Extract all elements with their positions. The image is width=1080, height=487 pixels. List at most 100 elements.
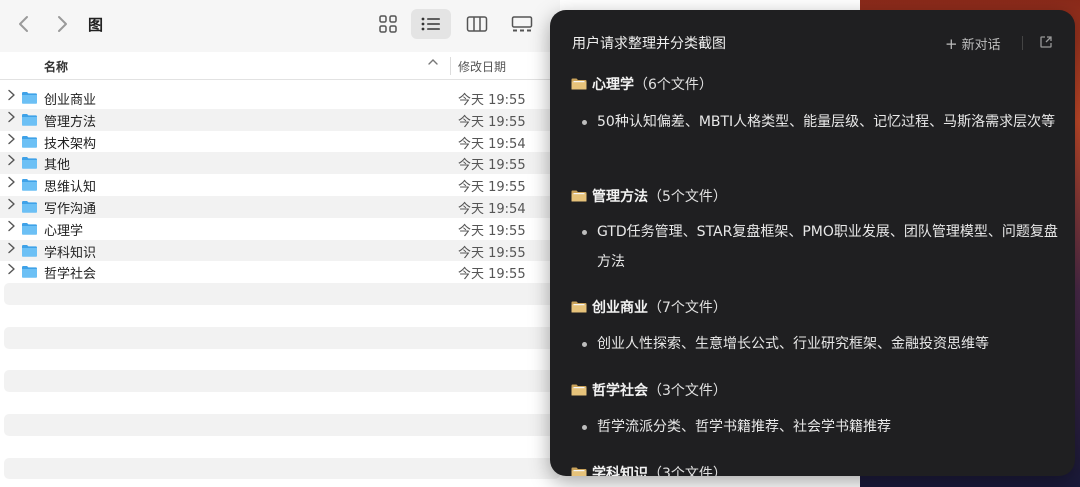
disclosure-chevron-icon[interactable] [7, 133, 16, 149]
folder-icon [21, 156, 38, 169]
table-row[interactable]: 创业商业 今天 19:55 [0, 87, 560, 109]
modified-date: 今天 19:55 [458, 158, 526, 174]
file-name: 管理方法 [44, 114, 97, 130]
category-count: （6个文件） [634, 77, 713, 93]
disclosure-chevron-icon[interactable] [7, 111, 16, 127]
modified-date: 今天 19:55 [458, 180, 526, 196]
column-date-header[interactable]: 修改日期 [458, 58, 506, 75]
modified-date: 今天 19:54 [458, 201, 526, 217]
disclosure-chevron-icon[interactable] [7, 198, 16, 214]
empty-row [4, 413, 560, 436]
category-description: 哲学流派分类、哲学书籍推荐、社会学书籍推荐 [597, 419, 891, 435]
list-item: 哲学流派分类、哲学书籍推荐、社会学书籍推荐 [582, 412, 1062, 442]
empty-row [4, 457, 560, 480]
file-name: 思维认知 [44, 180, 97, 196]
category-count: （3个文件） [648, 383, 727, 399]
modified-date: 今天 19:55 [458, 245, 526, 261]
category-heading: 学科知识（3个文件） [571, 463, 727, 476]
back-icon[interactable] [12, 12, 36, 36]
bullet-dot [582, 425, 587, 430]
category-name: 创业商业 [592, 300, 648, 316]
modified-date: 今天 19:55 [458, 223, 526, 239]
table-row[interactable]: 写作沟通 今天 19:54 [0, 195, 560, 218]
column-divider[interactable] [450, 57, 451, 75]
gallery-view-icon[interactable] [502, 9, 542, 39]
table-row[interactable]: 技术架构 今天 19:54 [0, 131, 560, 153]
column-name-header[interactable]: 名称 [44, 58, 68, 75]
folder-icon [571, 190, 587, 202]
folder-icon [571, 78, 587, 90]
table-row[interactable]: 哲学社会 今天 19:55 [0, 261, 560, 283]
modified-date: 今天 19:55 [458, 267, 526, 283]
empty-row [4, 370, 560, 393]
conversation-title: 用户请求整理并分类截图 [572, 36, 726, 52]
empty-row [4, 326, 560, 349]
empty-row [4, 392, 560, 414]
folder-icon [21, 244, 38, 257]
finder-toolbar: 图 [0, 0, 560, 52]
folder-icon [21, 91, 38, 104]
category-name: 心理学 [592, 77, 634, 93]
file-list: 创业商业 今天 19:55 管理方法 今天 19:55 技术架构 今天 19:54 其他 今天… [0, 87, 560, 480]
empty-row [4, 436, 560, 458]
disclosure-chevron-icon[interactable] [7, 154, 16, 170]
folder-icon [21, 222, 38, 235]
folder-icon [571, 467, 587, 476]
forward-icon[interactable] [50, 12, 74, 36]
table-row[interactable]: 思维认知 今天 19:55 [0, 174, 560, 196]
category-name: 管理方法 [592, 189, 648, 205]
window-title: 图 [88, 16, 104, 34]
file-name: 哲学社会 [44, 267, 97, 283]
modified-date: 今天 19:55 [458, 93, 526, 108]
table-row[interactable]: 其他 今天 19:55 [0, 152, 560, 175]
new-chat-button[interactable]: + 新对话 [945, 34, 1001, 53]
list-item: 50种认知偏差、MBTI人格类型、能量层级、记忆过程、马斯洛需求层次等 [582, 107, 1062, 137]
icon-view-icon[interactable] [368, 9, 408, 39]
category-name: 哲学社会 [592, 383, 648, 399]
modified-date: 今天 19:54 [458, 136, 526, 152]
table-row[interactable]: 心理学 今天 19:55 [0, 218, 560, 240]
folder-icon [21, 265, 38, 278]
category-heading: 创业商业（7个文件） [571, 297, 727, 317]
assistant-panel: 用户请求整理并分类截图 + 新对话 心理学（6个文件） 50种认知偏差、MBTI人格… [550, 10, 1075, 476]
file-name: 创业商业 [44, 93, 97, 108]
category-count: （5个文件） [648, 189, 727, 205]
disclosure-chevron-icon[interactable] [7, 263, 16, 279]
category-name: 学科知识 [592, 466, 648, 476]
sort-ascending-icon[interactable] [428, 57, 438, 70]
category-description: 50种认知偏差、MBTI人格类型、能量层级、记忆过程、马斯洛需求层次等 [597, 114, 1056, 130]
folder-icon [571, 301, 587, 313]
category-count: （3个文件） [648, 466, 727, 476]
bullet-dot [582, 342, 587, 347]
table-row[interactable]: 管理方法 今天 19:55 [0, 108, 560, 131]
column-view-icon[interactable] [457, 9, 497, 39]
disclosure-chevron-icon[interactable] [7, 176, 16, 192]
bullet-dot [582, 120, 587, 125]
category-description: 创业人性探索、生意增长公式、行业研究框架、金融投资思维等 [597, 336, 989, 352]
file-name: 写作沟通 [44, 201, 97, 217]
plus-icon: + [945, 35, 958, 53]
header-divider [1022, 36, 1023, 50]
modified-date: 今天 19:55 [458, 114, 526, 130]
table-row[interactable]: 学科知识 今天 19:55 [0, 239, 560, 262]
finder-window: 图 名称 修改日期 创业商业 今天 19:55 管理方法 今天 19:55 技术架构 今天… [0, 0, 560, 487]
new-chat-label: 新对话 [961, 38, 1001, 53]
folder-icon [571, 384, 587, 396]
disclosure-chevron-icon[interactable] [7, 89, 16, 105]
category-heading: 管理方法（5个文件） [571, 186, 727, 206]
list-item: 创业人性探索、生意增长公式、行业研究框架、金融投资思维等 [582, 329, 1062, 359]
list-item: GTD任务管理、STAR复盘框架、PMO职业发展、团队管理模型、问题复盘方法 [582, 217, 1062, 277]
file-name: 技术架构 [44, 136, 97, 152]
category-heading: 心理学（6个文件） [571, 74, 713, 94]
disclosure-chevron-icon[interactable] [7, 242, 16, 258]
category-heading: 哲学社会（3个文件） [571, 380, 727, 400]
file-name: 心理学 [44, 223, 84, 239]
column-header: 名称 修改日期 [0, 52, 560, 80]
empty-row [4, 305, 560, 327]
bullet-dot [582, 230, 587, 235]
popout-icon[interactable] [1039, 34, 1053, 48]
list-view-icon[interactable] [411, 9, 451, 39]
folder-icon [21, 113, 38, 126]
disclosure-chevron-icon[interactable] [7, 220, 16, 236]
file-name: 学科知识 [44, 245, 97, 261]
